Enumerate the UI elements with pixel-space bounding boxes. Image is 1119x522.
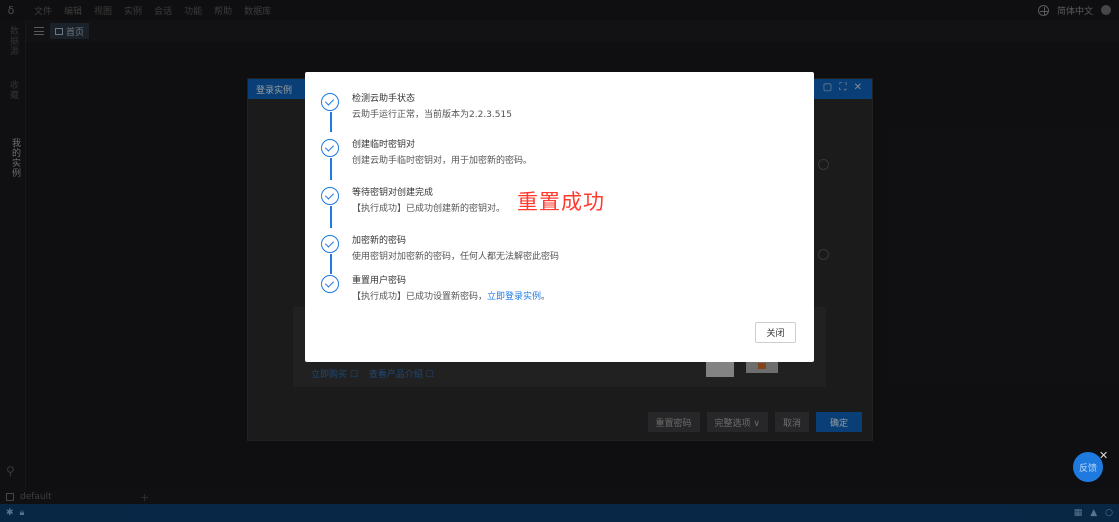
check-circle-icon bbox=[321, 187, 339, 205]
step-desc: 【执行成功】已成功创建新的密钥对。 bbox=[352, 204, 506, 214]
check-circle-icon bbox=[321, 235, 339, 253]
step-desc: 创建云助手临时密钥对，用于加密新的密码。 bbox=[352, 156, 533, 166]
step-connector bbox=[330, 158, 332, 180]
step-desc: 【执行成功】已成功设置新密码，立即登录实例。 bbox=[352, 289, 550, 302]
step-desc-tail: 。 bbox=[541, 292, 551, 302]
close-button[interactable]: 关闭 bbox=[755, 322, 796, 343]
step-connector bbox=[330, 206, 332, 228]
login-instance-link[interactable]: 立即登录实例 bbox=[487, 292, 541, 302]
reset-password-progress-modal: 检测云助手状态 云助手运行正常，当前版本为2.2.3.515 创建临时密钥对 创… bbox=[305, 72, 814, 362]
step-title: 等待密钥对创建完成 bbox=[352, 188, 434, 198]
step-desc: 使用密钥对加密新的密码，任何人都无法解密此密码 bbox=[352, 252, 560, 262]
reset-success-text: 重置成功 bbox=[517, 190, 605, 214]
check-circle-icon bbox=[321, 93, 339, 111]
check-circle-icon bbox=[321, 139, 339, 157]
feedback-close-icon[interactable]: ✕ bbox=[1099, 449, 1108, 462]
step-title: 检测云助手状态 bbox=[352, 94, 416, 104]
step-desc-text: 【执行成功】已成功设置新密码， bbox=[352, 292, 488, 302]
step-connector bbox=[330, 254, 332, 274]
step-title: 创建临时密钥对 bbox=[352, 140, 416, 150]
step-title: 加密新的密码 bbox=[352, 236, 407, 246]
check-circle-icon bbox=[321, 275, 339, 293]
step-connector bbox=[330, 112, 332, 132]
step-desc: 云助手运行正常，当前版本为2.2.3.515 bbox=[352, 110, 512, 120]
step-title: 重置用户密码 bbox=[352, 276, 407, 286]
